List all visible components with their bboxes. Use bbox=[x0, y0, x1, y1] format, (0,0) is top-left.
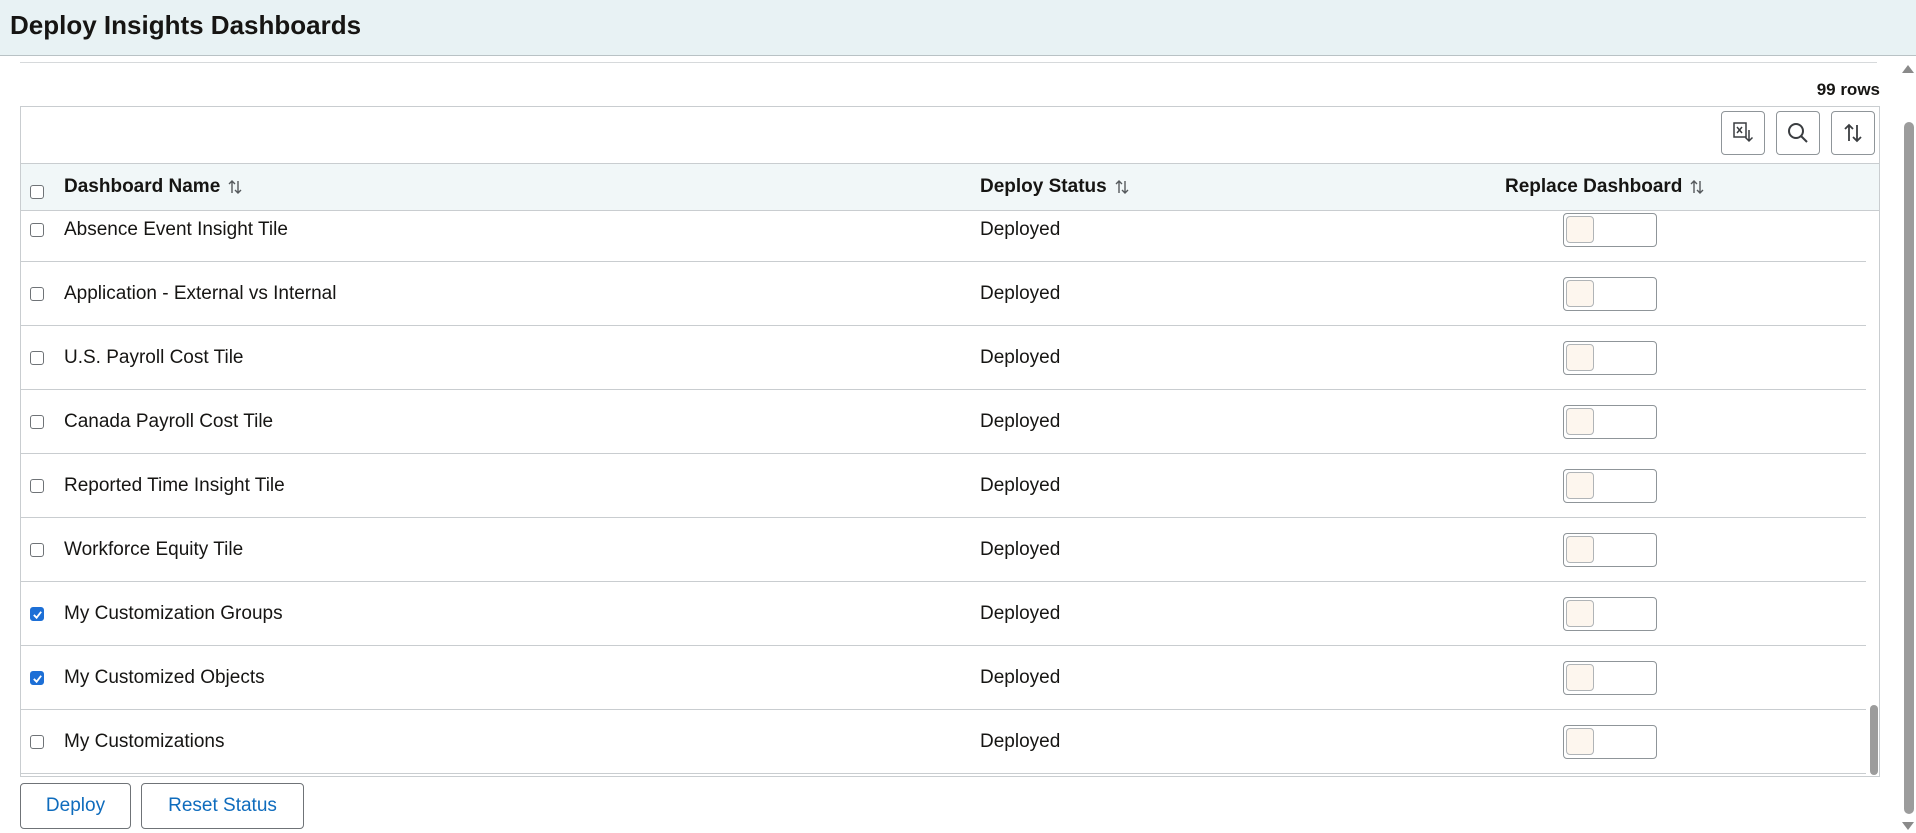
replace-dashboard-toggle[interactable] bbox=[1563, 532, 1657, 567]
checkmark-icon bbox=[32, 610, 42, 619]
row-select-checkbox[interactable] bbox=[30, 543, 44, 557]
deploy-status-cell: Deployed bbox=[980, 218, 1061, 240]
sort-toggle-icon bbox=[1688, 178, 1706, 196]
toggle-knob bbox=[1566, 535, 1594, 563]
page-scrollbar[interactable] bbox=[1900, 60, 1916, 833]
row-select-checkbox[interactable] bbox=[30, 479, 44, 493]
table-row[interactable]: My Customized Objects Deployed bbox=[21, 646, 1866, 710]
replace-dashboard-toggle[interactable] bbox=[1563, 660, 1657, 695]
dashboard-name-cell: My Customized Objects bbox=[64, 666, 265, 688]
page-header: Deploy Insights Dashboards bbox=[0, 0, 1916, 56]
replace-dashboard-toggle[interactable] bbox=[1563, 276, 1657, 311]
dashboard-name-cell: Canada Payroll Cost Tile bbox=[64, 410, 274, 432]
toggle-knob bbox=[1566, 663, 1594, 691]
deploy-button[interactable]: Deploy bbox=[20, 783, 131, 829]
replace-dashboard-toggle[interactable] bbox=[1563, 340, 1657, 375]
grid-scrollbar-thumb[interactable] bbox=[1870, 705, 1878, 775]
toggle-knob bbox=[1566, 279, 1594, 307]
row-select-checkbox[interactable] bbox=[30, 607, 44, 621]
replace-dashboard-toggle[interactable] bbox=[1563, 468, 1657, 503]
page-scrollbar-thumb[interactable] bbox=[1904, 122, 1914, 814]
deploy-status-cell: Deployed bbox=[980, 346, 1061, 368]
table-row[interactable]: Reported Time Insight Tile Deployed bbox=[21, 454, 1866, 518]
replace-dashboard-toggle[interactable] bbox=[1563, 212, 1657, 247]
sort-toggle-icon bbox=[1113, 178, 1131, 196]
deploy-status-cell: Deployed bbox=[980, 730, 1061, 752]
select-all-checkbox[interactable] bbox=[30, 185, 44, 199]
table-row[interactable]: My Customization Groups Deployed bbox=[21, 582, 1866, 646]
column-header-label: Replace Dashboard bbox=[1505, 176, 1683, 197]
search-button[interactable] bbox=[1776, 111, 1820, 155]
column-header-label: Dashboard Name bbox=[64, 176, 221, 197]
grid-toolbar bbox=[21, 107, 1879, 163]
sort-icon bbox=[1844, 123, 1862, 143]
row-count: 99 rows bbox=[1816, 80, 1880, 99]
table-row[interactable]: Canada Payroll Cost Tile Deployed bbox=[21, 390, 1866, 454]
deploy-status-cell: Deployed bbox=[980, 410, 1061, 432]
replace-dashboard-toggle[interactable] bbox=[1563, 724, 1657, 759]
dashboard-name-cell: My Customizations bbox=[64, 730, 225, 752]
dashboard-name-cell: U.S. Payroll Cost Tile bbox=[64, 346, 244, 368]
scroll-down-icon[interactable] bbox=[1900, 819, 1916, 833]
deploy-status-cell: Deployed bbox=[980, 282, 1061, 304]
row-select-checkbox[interactable] bbox=[30, 287, 44, 301]
row-select-checkbox[interactable] bbox=[30, 415, 44, 429]
toggle-knob bbox=[1566, 343, 1594, 371]
sort-toggle-icon bbox=[226, 178, 244, 196]
row-select-checkbox[interactable] bbox=[30, 351, 44, 365]
dashboard-name-cell: Workforce Equity Tile bbox=[64, 538, 244, 560]
reset-status-button[interactable]: Reset Status bbox=[141, 783, 304, 829]
replace-dashboard-toggle[interactable] bbox=[1563, 596, 1657, 631]
deploy-status-cell: Deployed bbox=[980, 474, 1061, 496]
deploy-status-cell: Deployed bbox=[980, 666, 1061, 688]
table-row[interactable]: My Customizations Deployed bbox=[21, 710, 1866, 774]
dashboard-name-cell: Application - External vs Internal bbox=[64, 282, 337, 304]
export-excel-button[interactable] bbox=[1721, 111, 1765, 155]
search-icon bbox=[1788, 123, 1808, 143]
dashboards-grid: Dashboard Name Deploy Status Replace Das… bbox=[20, 106, 1880, 777]
toggle-knob bbox=[1566, 407, 1594, 435]
sort-button[interactable] bbox=[1831, 111, 1875, 155]
table-row[interactable]: U.S. Payroll Cost Tile Deployed bbox=[21, 326, 1866, 390]
toggle-knob bbox=[1566, 215, 1594, 243]
table-row[interactable]: Application - External vs Internal Deploy… bbox=[21, 262, 1866, 326]
dashboard-name-cell: Absence Event Insight Tile bbox=[64, 218, 288, 240]
table-row[interactable]: Workforce Equity Tile Deployed bbox=[21, 518, 1866, 582]
row-select-checkbox[interactable] bbox=[30, 735, 44, 749]
deploy-status-cell: Deployed bbox=[980, 538, 1061, 560]
page-title: Deploy Insights Dashboards bbox=[10, 10, 362, 40]
row-select-checkbox[interactable] bbox=[30, 223, 44, 237]
column-header-label: Deploy Status bbox=[980, 176, 1107, 197]
dashboard-name-cell: My Customization Groups bbox=[64, 602, 283, 624]
deploy-status-cell: Deployed bbox=[980, 602, 1061, 624]
toggle-knob bbox=[1566, 727, 1594, 755]
checkmark-icon bbox=[32, 674, 42, 683]
toggle-knob bbox=[1566, 599, 1594, 627]
table-row[interactable]: Absence Event Insight Tile Deployed bbox=[21, 198, 1866, 262]
divider bbox=[20, 62, 1877, 63]
toggle-knob bbox=[1566, 471, 1594, 499]
replace-dashboard-toggle[interactable] bbox=[1563, 404, 1657, 439]
dashboard-name-cell: Reported Time Insight Tile bbox=[64, 474, 285, 496]
scroll-up-icon[interactable] bbox=[1900, 62, 1916, 76]
excel-export-icon bbox=[1733, 122, 1754, 143]
row-select-checkbox[interactable] bbox=[30, 671, 44, 685]
grid-body: Absence Event Insight Tile Deployed Applic… bbox=[21, 198, 1866, 774]
